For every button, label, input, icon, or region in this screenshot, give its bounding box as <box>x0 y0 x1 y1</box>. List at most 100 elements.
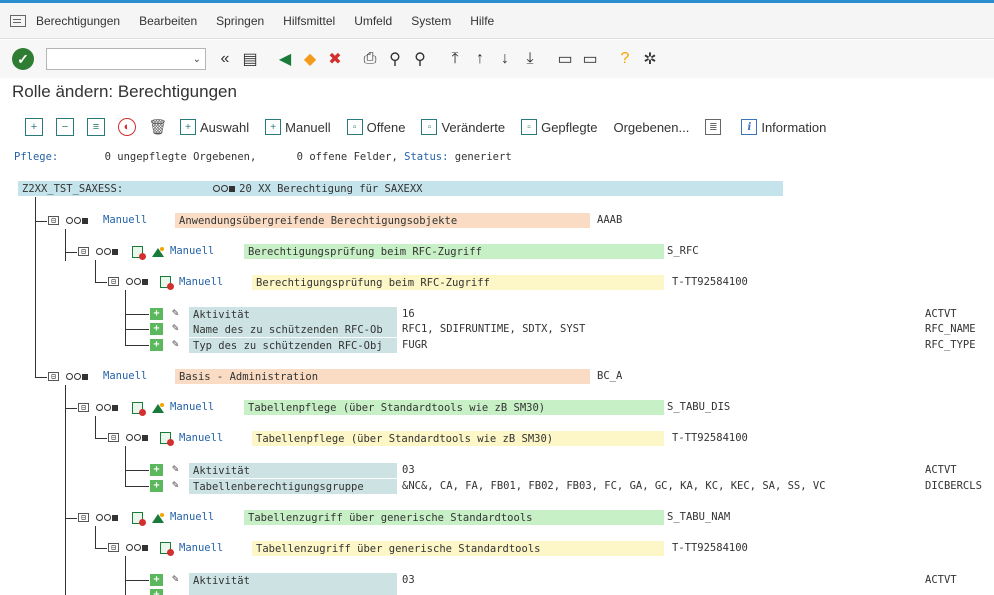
subtree-icon[interactable]: ≡ <box>87 118 105 136</box>
expand-all-icon[interactable]: + <box>25 118 43 136</box>
field-name: ACTVT <box>925 574 957 586</box>
folder-icon[interactable]: ⊟ <box>78 513 89 522</box>
add-value-icon[interactable]: + <box>150 480 163 492</box>
pencil-icon[interactable]: ✎ <box>172 321 179 334</box>
field-value[interactable]: 03 <box>402 464 415 476</box>
variant-icon[interactable] <box>152 513 164 523</box>
add-value-icon[interactable]: + <box>150 574 163 586</box>
print-icon[interactable]: ⎙ <box>359 48 381 70</box>
veraenderte-button[interactable]: ▫ Veränderte <box>421 119 505 135</box>
menu-icon[interactable] <box>10 14 26 27</box>
node-tabu-dis-instance[interactable]: Tabellenpflege (über Standardtools wie z… <box>252 431 664 446</box>
delete-object-icon[interactable] <box>132 402 146 416</box>
tree-line <box>65 252 77 253</box>
delete-object-icon[interactable] <box>132 246 146 260</box>
menu-springen[interactable]: Springen <box>216 14 264 28</box>
help-icon[interactable]: ? <box>614 48 636 70</box>
tree-line <box>35 377 47 378</box>
menu-hilfe[interactable]: Hilfe <box>470 14 494 28</box>
folder-icon[interactable]: ⊟ <box>108 433 119 442</box>
add-value-icon[interactable]: + <box>150 323 163 335</box>
root-node[interactable]: Z2XX_TST_SAXESS: 20 XX Berechtigung für … <box>18 181 783 196</box>
pencil-icon[interactable]: ✎ <box>172 306 179 319</box>
menu-system[interactable]: System <box>411 14 451 28</box>
field-label: Tabellenberechtigungsgruppe <box>189 479 397 494</box>
delete-object-icon[interactable] <box>132 512 146 526</box>
add-value-icon[interactable]: + <box>150 339 163 351</box>
field-value[interactable]: 16 <box>402 308 415 320</box>
tree-line <box>125 329 149 330</box>
pencil-icon[interactable]: ✎ <box>172 462 179 475</box>
node-s-tabu-nam[interactable]: Tabellenzugriff über generische Standard… <box>244 510 664 525</box>
folder-icon[interactable]: ⊟ <box>48 216 59 225</box>
folder-icon[interactable]: ⊟ <box>108 543 119 552</box>
save-icon[interactable]: ▤ <box>239 48 261 70</box>
open-fields-text: offene Felder, <box>309 151 398 163</box>
menu-bearbeiten[interactable]: Bearbeiten <box>139 14 197 28</box>
history-back-icon[interactable]: « <box>214 48 236 70</box>
node-s-rfc[interactable]: Berechtigungsprüfung beim RFC-Zugriff <box>244 244 664 259</box>
previous-page-icon[interactable]: ↑ <box>469 48 491 70</box>
pencil-icon[interactable]: ✎ <box>172 572 179 585</box>
menu-berechtigungen[interactable]: Berechtigungen <box>36 14 120 28</box>
collapse-all-icon[interactable]: − <box>56 118 74 136</box>
cancel-icon[interactable]: ✖ <box>324 48 346 70</box>
create-session-icon[interactable]: ▭ <box>554 48 576 70</box>
menu-umfeld[interactable]: Umfeld <box>354 14 392 28</box>
list-icon: ≣ <box>705 119 722 135</box>
folder-icon[interactable]: ⊟ <box>48 372 59 381</box>
add-value-icon[interactable]: + <box>150 589 163 595</box>
offene-button[interactable]: ▫ Offene <box>346 119 406 135</box>
field-value[interactable]: FUGR <box>402 339 427 351</box>
field-value[interactable]: &NC&, CA, FA, FB01, FB02, FB03, FC, GA, … <box>402 480 826 492</box>
add-value-icon[interactable]: + <box>150 308 163 320</box>
field-value[interactable]: 03 <box>402 574 415 586</box>
technical-names-button[interactable]: ≣ <box>705 119 725 135</box>
first-page-icon[interactable]: ⤒ <box>444 48 466 70</box>
exit-icon[interactable]: ◆ <box>299 48 321 70</box>
delete-object-icon[interactable] <box>160 542 174 556</box>
delete-object-icon[interactable] <box>160 276 174 290</box>
folder-icon[interactable]: ⊟ <box>78 403 89 412</box>
information-button[interactable]: i Information <box>741 119 826 135</box>
command-field[interactable]: ⌄ <box>46 48 206 70</box>
back-icon[interactable]: ◀ <box>274 48 296 70</box>
manuell-button[interactable]: + Manuell <box>265 119 331 135</box>
enter-check-icon[interactable]: ✓ <box>12 48 34 70</box>
maintained-icon: ▫ <box>521 119 538 135</box>
pencil-icon[interactable]: ✎ <box>172 478 179 491</box>
delete-icon[interactable]: 🗑 <box>148 118 167 136</box>
gepflegte-button[interactable]: ▫ Gepflegte <box>521 119 597 135</box>
variant-icon[interactable] <box>152 403 164 413</box>
field-value[interactable]: RFC1, SDIFRUNTIME, SDTX, SYST <box>402 323 585 335</box>
trace-icon[interactable]: ◐ <box>118 118 136 136</box>
last-page-icon[interactable]: ⤓ <box>519 48 541 70</box>
status-light-icon <box>126 434 148 441</box>
settings-icon[interactable]: ✲ <box>639 48 661 70</box>
node-s-tabu-dis[interactable]: Tabellenpflege (über Standardtools wie z… <box>244 400 664 415</box>
folder-icon[interactable]: ⊟ <box>108 277 119 286</box>
auswahl-button[interactable]: + Auswahl <box>180 119 249 135</box>
offene-label: Offene <box>366 119 406 135</box>
tree-line <box>125 314 149 315</box>
find-icon[interactable]: ⚲ <box>384 48 406 70</box>
delete-object-icon[interactable] <box>160 432 174 446</box>
node-tabu-nam-instance[interactable]: Tabellenzugriff über generische Standard… <box>252 541 664 556</box>
tree-line <box>95 548 107 549</box>
field-label-text: Aktivität <box>193 308 250 321</box>
node-basis[interactable]: Basis - Administration <box>175 369 590 384</box>
variant-icon[interactable] <box>152 247 164 257</box>
find-next-icon[interactable]: ⚲ <box>409 48 431 70</box>
menu-hilfsmittel[interactable]: Hilfsmittel <box>283 14 335 28</box>
chevron-down-icon[interactable]: ⌄ <box>193 54 201 65</box>
pencil-icon[interactable]: ✎ <box>172 337 179 350</box>
shortcut-icon[interactable]: ▭ <box>579 48 601 70</box>
tree-line <box>125 470 149 471</box>
folder-icon[interactable]: ⊟ <box>78 247 89 256</box>
add-value-icon[interactable]: + <box>150 464 163 476</box>
node-anwendung[interactable]: Anwendungsübergreifende Berechtigungsobj… <box>175 213 590 228</box>
node-rfc-instance[interactable]: Berechtigungsprüfung beim RFC-Zugriff <box>252 275 664 290</box>
orgebenen-button[interactable]: Orgebenen... <box>613 120 689 135</box>
node-status: Manuell <box>170 511 215 523</box>
next-page-icon[interactable]: ↓ <box>494 48 516 70</box>
